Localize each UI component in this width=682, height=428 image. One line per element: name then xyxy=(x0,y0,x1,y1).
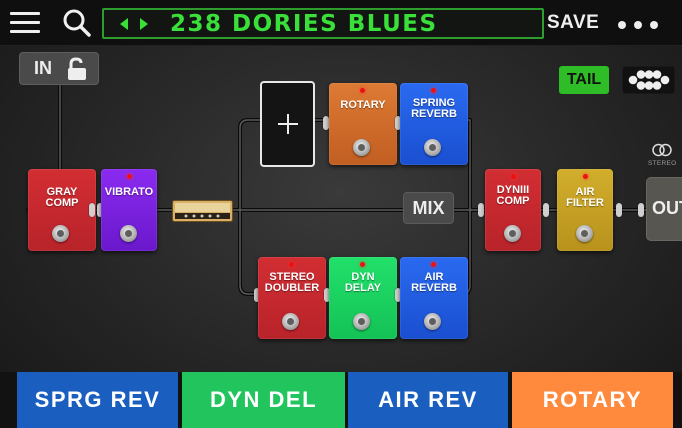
unlock-icon[interactable] xyxy=(66,57,88,86)
preset-name[interactable]: 238 DORIES BLUES xyxy=(170,11,438,37)
knob-icon xyxy=(353,313,370,330)
pedal-stereo-doubler[interactable]: STEREO DOUBLER xyxy=(258,257,326,339)
pedal-label: SPRING REVERB xyxy=(411,97,457,120)
grid-icon[interactable] xyxy=(622,66,675,94)
pedal-rotary[interactable]: ROTARY xyxy=(329,83,397,165)
pedal-label: GRAY COMP xyxy=(45,186,79,209)
pedal-air-filter[interactable]: AIR FILTER xyxy=(557,169,613,251)
input-block[interactable]: IN xyxy=(19,52,99,85)
hamburger-icon[interactable] xyxy=(10,12,40,34)
tail-button[interactable]: TAIL xyxy=(559,66,609,94)
footswitch-rotary[interactable]: ROTARY xyxy=(512,372,673,428)
knob-icon xyxy=(424,139,441,156)
footswitch-air-rev[interactable]: AIR REV xyxy=(348,372,508,428)
led-icon xyxy=(431,262,436,267)
led-icon xyxy=(431,88,436,93)
footswitch-bar: SPRG REV DYN DEL AIR REV ROTARY xyxy=(0,372,682,428)
footswitch-sprg-rev[interactable]: SPRG REV xyxy=(17,372,178,428)
more-dots-icon[interactable] xyxy=(618,21,666,29)
app-screen: 238 DORIES BLUES SAVE IN GRAY COMP VIBRA… xyxy=(0,0,682,428)
pedal-spring-reverb[interactable]: SPRING REVERB xyxy=(400,83,468,165)
amp-icon[interactable] xyxy=(172,200,233,222)
pedal-label: DYN DELAY xyxy=(344,271,382,294)
output-block[interactable]: OUT xyxy=(646,177,682,241)
knob-icon xyxy=(504,225,521,242)
top-bar: 238 DORIES BLUES SAVE xyxy=(0,0,682,46)
pedal-air-reverb[interactable]: AIR REVERB xyxy=(400,257,468,339)
pedal-label: AIR REVERB xyxy=(411,271,457,294)
pedal-vibrato[interactable]: VIBRATO xyxy=(101,169,157,251)
search-icon[interactable] xyxy=(62,8,92,38)
output-label: OUT xyxy=(652,198,682,218)
jack-icon xyxy=(638,203,644,217)
jack-icon xyxy=(478,203,484,217)
add-block-button[interactable] xyxy=(260,81,315,167)
save-button[interactable]: SAVE xyxy=(547,12,599,34)
knob-icon xyxy=(282,313,299,330)
stereo-label: STEREO xyxy=(648,160,677,167)
jack-icon xyxy=(89,203,95,217)
knob-icon xyxy=(353,139,370,156)
led-icon xyxy=(511,174,516,179)
led-icon xyxy=(583,174,588,179)
input-label: IN xyxy=(34,58,52,78)
jack-icon xyxy=(616,203,622,217)
knob-icon xyxy=(52,225,69,242)
preset-selector[interactable]: 238 DORIES BLUES xyxy=(102,8,544,39)
pedal-label: STEREO DOUBLER xyxy=(264,271,320,294)
pedal-label: AIR FILTER xyxy=(566,186,604,209)
pedal-label: DYNIII COMP xyxy=(496,184,530,207)
led-icon xyxy=(127,174,132,179)
knob-icon xyxy=(424,313,441,330)
led-icon xyxy=(360,262,365,267)
led-icon xyxy=(360,88,365,93)
knob-icon xyxy=(576,225,593,242)
pedal-dyniii-comp[interactable]: DYNIII COMP xyxy=(485,169,541,251)
pedal-dyn-delay[interactable]: DYN DELAY xyxy=(329,257,397,339)
led-icon xyxy=(289,262,294,267)
stereo-icon xyxy=(650,143,674,157)
mix-button[interactable]: MIX xyxy=(403,192,454,224)
pedal-gray-comp[interactable]: GRAY COMP xyxy=(28,169,96,251)
next-preset-icon[interactable] xyxy=(140,18,148,30)
jack-icon xyxy=(543,203,549,217)
previous-preset-icon[interactable] xyxy=(120,18,128,30)
pedal-label: ROTARY xyxy=(340,99,386,111)
footswitch-dyn-del[interactable]: DYN DEL xyxy=(182,372,345,428)
knob-icon xyxy=(120,225,137,242)
pedal-label: VIBRATO xyxy=(104,186,154,198)
